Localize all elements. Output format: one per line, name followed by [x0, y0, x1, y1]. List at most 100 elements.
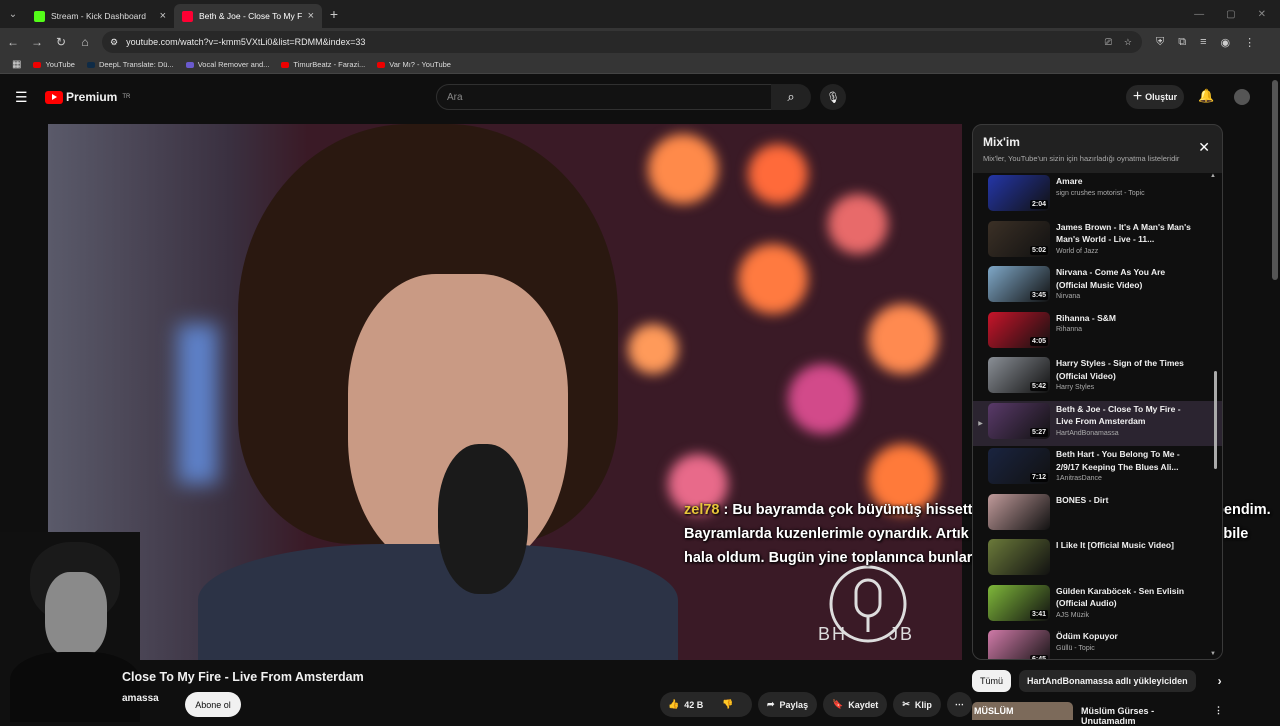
chevron-right-icon[interactable]: ›	[1218, 674, 1222, 688]
bookmark-timurbeatz[interactable]: TimurBeatz - Farazi...	[281, 60, 365, 69]
bookmark-star-icon[interactable]: ☆	[1124, 37, 1132, 48]
bookmark-label: TimurBeatz - Farazi...	[293, 60, 366, 69]
cast-icon[interactable]: ⎚	[1105, 37, 1112, 48]
playlist-item-artist: 1AnitrasDance	[1056, 475, 1102, 482]
search-icon: ⌕	[787, 89, 795, 104]
puzzle-icon[interactable]: ⧉	[1178, 36, 1186, 49]
drag-handle-icon	[973, 312, 988, 329]
account-avatar[interactable]	[1234, 89, 1250, 105]
apps-icon[interactable]: ▦	[12, 59, 21, 70]
more-actions-button[interactable]: ⋯	[946, 692, 972, 717]
stage-light	[868, 304, 938, 374]
reload-icon[interactable]: ↻	[50, 35, 72, 49]
profile-icon[interactable]: ◉	[1221, 36, 1231, 49]
drag-handle-icon	[973, 175, 988, 192]
recommendation-item[interactable]: MÜSLÜM Müslüm Gürses - Unutamadım ⋮	[972, 702, 1223, 726]
close-tab-icon[interactable]: ×	[160, 10, 166, 22]
close-icon[interactable]: ✕	[1198, 139, 1210, 156]
forward-icon[interactable]: →	[26, 35, 48, 49]
bookmark-youtube[interactable]: YouTube	[33, 60, 75, 69]
playlist-item[interactable]: 7:12 Beth Hart - You Belong To Me - 2/9/1…	[973, 446, 1222, 492]
duration-badge: 3:45	[1029, 291, 1048, 300]
playlist-item-title: Ödüm Kopuyor	[1056, 631, 1118, 641]
scroll-up-icon[interactable]: ▲	[1210, 173, 1216, 179]
tab-kick-dashboard[interactable]: Stream - Kick Dashboard ×	[26, 4, 174, 28]
share-button[interactable]: ➦ Paylaş	[758, 692, 818, 717]
playlist-item-artist: Güllü - Topic	[1056, 644, 1095, 652]
stage-light	[828, 194, 888, 254]
shield-icon[interactable]: ⛨	[1156, 36, 1164, 49]
site-info-icon[interactable]: ⚙	[110, 37, 118, 48]
playlist-item-title: Harry Styles - Sign of the Times (Offici…	[1056, 358, 1184, 381]
tab-youtube-video[interactable]: Beth & Joe - Close To My F ×	[174, 4, 322, 28]
playlist-item-meta: Nirvana - Come As You Are (Official Musi…	[1056, 266, 1196, 300]
microphone-icon: 🎙	[826, 91, 840, 104]
create-button[interactable]: + Oluştur	[1126, 85, 1184, 109]
back-icon[interactable]: ←	[2, 35, 24, 49]
bookmark-deepl[interactable]: DeepL Translate: Dü...	[86, 60, 174, 69]
playlist-item[interactable]: 3:45 Nirvana - Come As You Are (Official …	[973, 264, 1222, 310]
playlist-item[interactable]: 5:02 James Brown - It's A Man's Man's Man…	[973, 219, 1222, 265]
youtube-icon	[33, 61, 42, 68]
playlist-item[interactable]: 4:05 Rihanna - S&M Rihanna	[973, 310, 1222, 356]
playlist-item[interactable]: 6:45 Ödüm Kopuyor Güllü - Topic	[973, 628, 1222, 659]
playlist-item[interactable]: BONES - Dirt	[973, 492, 1222, 538]
bookmark-var-mi[interactable]: Var Mı? - YouTube	[377, 60, 451, 69]
tab-title: Beth & Joe - Close To My F	[199, 11, 302, 21]
page-scrollbar[interactable]	[1272, 80, 1278, 280]
search-input[interactable]: Ara	[436, 84, 772, 110]
close-window-icon[interactable]: ✕	[1258, 9, 1266, 20]
logo-text: Premium	[66, 90, 118, 104]
search-button[interactable]: ⌕	[771, 84, 811, 110]
playlist-item-meta: Beth & Joe - Close To My Fire - Live Fro…	[1056, 403, 1196, 437]
youtube-premium-logo[interactable]: Premium TR	[45, 90, 130, 104]
video-title: Close To My Fire - Live From Amsterdam	[122, 670, 364, 684]
close-tab-icon[interactable]: ×	[308, 10, 314, 22]
tab-search-icon[interactable]: ⌄	[0, 0, 26, 28]
bookmark-vocal-remover[interactable]: Vocal Remover and...	[185, 60, 269, 69]
scroll-down-icon[interactable]: ▼	[1210, 651, 1216, 657]
menu-icon[interactable]: ☰	[15, 89, 29, 106]
playlist-scrollbar[interactable]	[1214, 371, 1217, 469]
media-icon[interactable]: ≡	[1200, 36, 1206, 49]
chip-uploader[interactable]: HartAndBonamassa adlı yükleyiciden	[1019, 670, 1196, 692]
like-button[interactable]: 👍 42 B 👎	[660, 692, 752, 717]
save-label: Kaydet	[848, 699, 879, 710]
notifications-bell-icon[interactable]: 🔔	[1198, 88, 1214, 104]
clip-button[interactable]: ✂ Klip	[893, 692, 941, 717]
new-tab-icon[interactable]: +	[322, 6, 346, 22]
url-field[interactable]: ⚙ youtube.com/watch?v=-kmm5VXtLi0&list=R…	[102, 31, 1142, 53]
playlist-thumbnail: 4:05	[988, 311, 1050, 348]
duration-badge: 6:45	[1029, 655, 1048, 659]
stage-light	[748, 144, 808, 204]
chip-all[interactable]: Tümü	[972, 670, 1012, 692]
related-chips: Tümü HartAndBonamassa adlı yükleyiciden …	[972, 670, 1222, 692]
maximize-icon[interactable]: ▢	[1226, 9, 1235, 20]
playlist-item[interactable]: 2:04 Amare sign crushes motorist - Topic	[973, 173, 1222, 219]
chat-username: zel78	[684, 502, 720, 518]
voice-search-button[interactable]: 🎙	[820, 84, 846, 110]
home-icon[interactable]: ⌂	[74, 35, 96, 49]
stage-light	[738, 244, 808, 314]
channel-name[interactable]: amassa	[122, 693, 159, 704]
bookmark-label: Var Mı? - YouTube	[389, 60, 451, 69]
playlist-item[interactable]: 3:41 Gülden Karaböcek - Sen Evlisin (Offi…	[973, 583, 1222, 629]
playlist-item[interactable]: ▶ 5:27 Beth & Joe - Close To My Fire - Liv…	[973, 400, 1222, 446]
video-player[interactable]: BH JB	[48, 124, 962, 660]
drag-handle-icon	[973, 221, 988, 238]
kebab-menu-icon[interactable]: ⋮	[1244, 36, 1255, 49]
playlist-thumbnail	[988, 539, 1050, 575]
browser-tab-strip: ⌄ Stream - Kick Dashboard × Beth & Joe -…	[0, 0, 1280, 28]
drag-handle-icon	[973, 448, 988, 465]
dislike-icon[interactable]: 👎	[722, 699, 733, 710]
playlist-item-artist: World of Jazz	[1056, 247, 1099, 255]
playlist-item[interactable]: 5:42 Harry Styles - Sign of the Times (Of…	[973, 355, 1222, 401]
playlist-item-title: Nirvana - Come As You Are (Official Musi…	[1056, 267, 1166, 290]
url-text: youtube.com/watch?v=-kmm5VXtLi0&list=RDM…	[126, 37, 366, 47]
playlist-thumbnail: 5:02	[988, 220, 1050, 257]
kebab-menu-icon[interactable]: ⋮	[1214, 702, 1223, 720]
subscribe-button[interactable]: Abone ol	[185, 692, 241, 717]
playlist-item[interactable]: I Like It [Official Music Video]	[973, 537, 1222, 583]
save-button[interactable]: 🔖 Kaydet	[823, 692, 888, 717]
minimize-icon[interactable]: —	[1194, 9, 1204, 20]
